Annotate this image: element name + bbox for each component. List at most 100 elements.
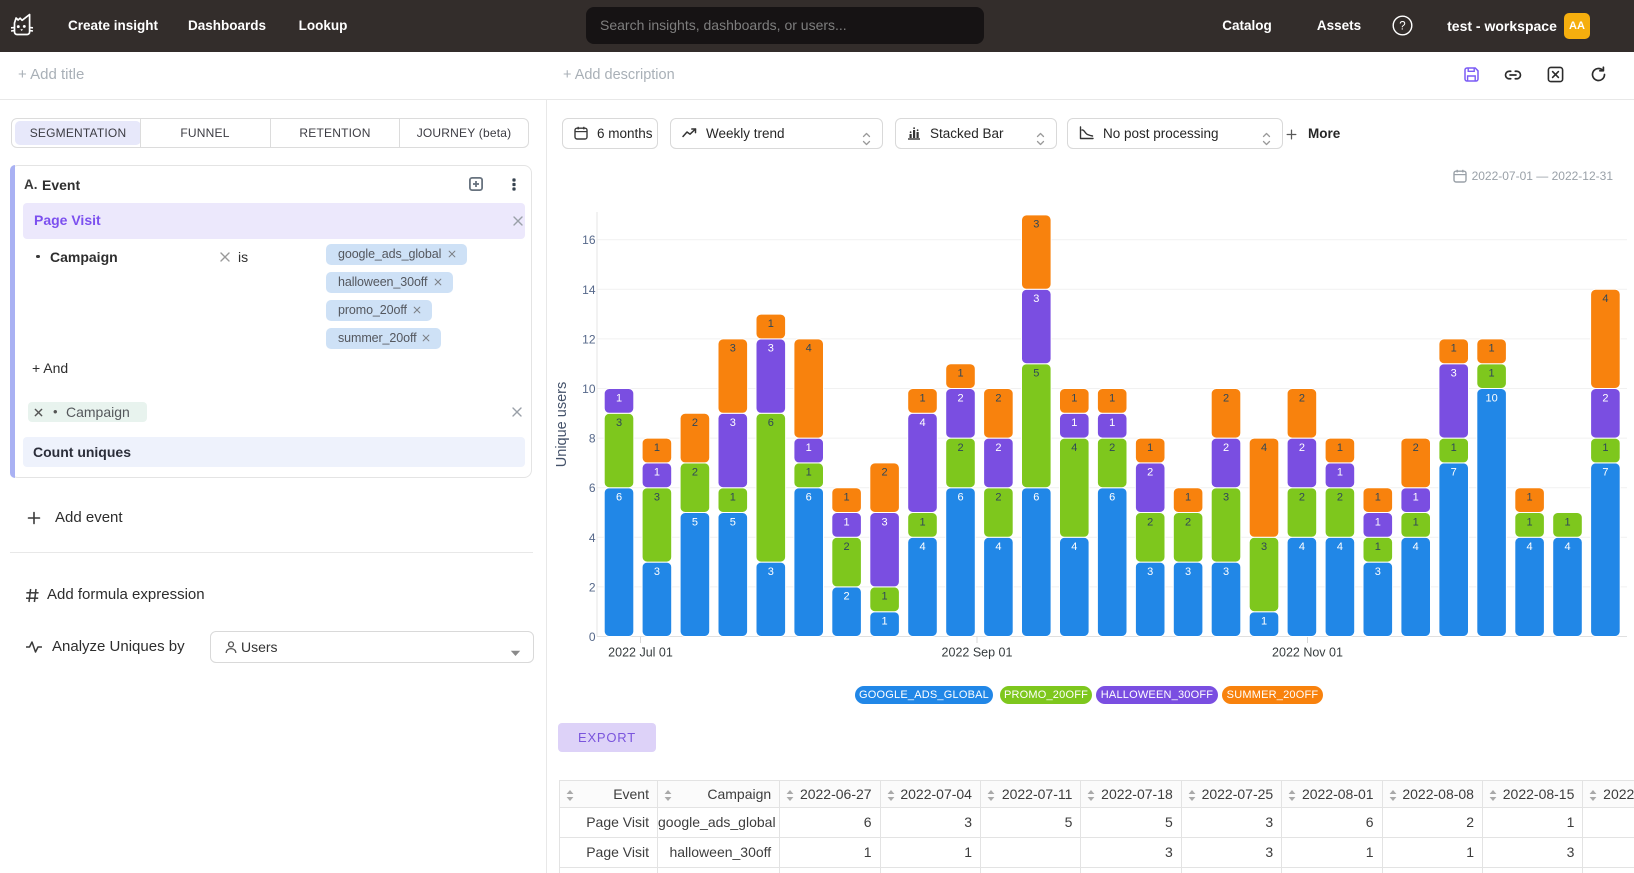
svg-text:1: 1 [1489, 343, 1495, 355]
svg-text:4: 4 [919, 541, 925, 553]
svg-text:4: 4 [1527, 541, 1533, 553]
svg-text:3: 3 [1185, 566, 1191, 578]
svg-text:6: 6 [1033, 492, 1039, 504]
svg-text:3: 3 [768, 566, 774, 578]
svg-text:2022 Jul 01: 2022 Jul 01 [608, 646, 673, 660]
svg-text:2: 2 [589, 580, 596, 594]
svg-text:1: 1 [844, 516, 850, 528]
svg-text:4: 4 [919, 417, 925, 429]
svg-text:3: 3 [882, 516, 888, 528]
svg-text:1: 1 [1451, 442, 1457, 454]
svg-text:2: 2 [1337, 492, 1343, 504]
svg-text:6: 6 [957, 492, 963, 504]
svg-text:3: 3 [1451, 368, 1457, 380]
svg-text:3: 3 [654, 492, 660, 504]
svg-text:1: 1 [1109, 392, 1115, 404]
svg-text:1: 1 [654, 467, 660, 479]
svg-text:?: ? [1399, 21, 1405, 33]
svg-text:4: 4 [1337, 541, 1343, 553]
svg-text:8: 8 [589, 432, 596, 446]
svg-text:3: 3 [730, 343, 736, 355]
svg-text:1: 1 [616, 392, 622, 404]
svg-text:2: 2 [1185, 516, 1191, 528]
svg-text:3: 3 [1223, 492, 1229, 504]
svg-text:2: 2 [1602, 392, 1608, 404]
svg-text:1: 1 [1185, 492, 1191, 504]
svg-text:2: 2 [1223, 442, 1229, 454]
svg-text:7: 7 [1451, 467, 1457, 479]
svg-text:3: 3 [1033, 293, 1039, 305]
svg-text:1: 1 [806, 442, 812, 454]
svg-text:12: 12 [582, 332, 596, 346]
svg-text:2: 2 [1299, 492, 1305, 504]
svg-text:2: 2 [995, 392, 1001, 404]
svg-text:3: 3 [1223, 566, 1229, 578]
svg-text:2: 2 [957, 442, 963, 454]
svg-text:1: 1 [1413, 492, 1419, 504]
svg-text:1: 1 [1337, 442, 1343, 454]
svg-text:1: 1 [768, 318, 774, 330]
svg-text:14: 14 [582, 283, 596, 297]
svg-text:3: 3 [1147, 566, 1153, 578]
svg-text:4: 4 [1413, 541, 1419, 553]
svg-text:2: 2 [1299, 442, 1305, 454]
svg-text:1: 1 [1071, 392, 1077, 404]
svg-text:6: 6 [589, 481, 596, 495]
svg-text:5: 5 [692, 516, 698, 528]
svg-text:2: 2 [995, 492, 1001, 504]
svg-text:4: 4 [1071, 541, 1077, 553]
svg-text:2: 2 [957, 392, 963, 404]
svg-text:4: 4 [1071, 442, 1077, 454]
svg-text:4: 4 [806, 343, 812, 355]
svg-text:2: 2 [1109, 442, 1115, 454]
svg-text:6: 6 [768, 417, 774, 429]
svg-text:1: 1 [1147, 442, 1153, 454]
svg-text:2: 2 [844, 541, 850, 553]
svg-text:1: 1 [882, 616, 888, 628]
svg-text:4: 4 [589, 531, 596, 545]
svg-text:2: 2 [1147, 516, 1153, 528]
svg-text:6: 6 [616, 492, 622, 504]
svg-text:3: 3 [1375, 566, 1381, 578]
svg-text:5: 5 [730, 516, 736, 528]
svg-text:1: 1 [919, 516, 925, 528]
svg-text:2022 Sep 01: 2022 Sep 01 [942, 646, 1013, 660]
svg-text:6: 6 [806, 492, 812, 504]
svg-text:4: 4 [1299, 541, 1305, 553]
svg-text:0: 0 [589, 630, 596, 644]
svg-text:3: 3 [1261, 541, 1267, 553]
svg-text:1: 1 [1527, 492, 1533, 504]
svg-text:1: 1 [1564, 516, 1570, 528]
svg-text:2: 2 [882, 467, 888, 479]
svg-text:4: 4 [1261, 442, 1267, 454]
svg-text:1: 1 [1489, 368, 1495, 380]
svg-text:1: 1 [1413, 516, 1419, 528]
svg-text:2: 2 [995, 442, 1001, 454]
svg-text:3: 3 [654, 566, 660, 578]
svg-text:1: 1 [919, 392, 925, 404]
svg-text:2: 2 [1413, 442, 1419, 454]
svg-text:2: 2 [1299, 392, 1305, 404]
svg-text:1: 1 [1602, 442, 1608, 454]
svg-text:1: 1 [1071, 417, 1077, 429]
svg-text:3: 3 [730, 417, 736, 429]
svg-text:3: 3 [1033, 219, 1039, 231]
svg-text:1: 1 [844, 492, 850, 504]
svg-text:6: 6 [1109, 492, 1115, 504]
svg-text:1: 1 [1261, 616, 1267, 628]
svg-text:1: 1 [957, 368, 963, 380]
svg-text:1: 1 [1451, 343, 1457, 355]
svg-text:5: 5 [1033, 368, 1039, 380]
svg-text:10: 10 [1485, 392, 1497, 404]
svg-text:16: 16 [582, 233, 596, 247]
svg-text:2: 2 [692, 417, 698, 429]
svg-text:10: 10 [582, 382, 596, 396]
svg-text:1: 1 [730, 492, 736, 504]
svg-text:Unique users: Unique users [554, 382, 570, 467]
svg-text:1: 1 [1527, 516, 1533, 528]
svg-text:4: 4 [995, 541, 1001, 553]
svg-text:2: 2 [692, 467, 698, 479]
svg-text:2: 2 [1147, 467, 1153, 479]
svg-text:1: 1 [882, 591, 888, 603]
svg-text:1: 1 [1337, 467, 1343, 479]
